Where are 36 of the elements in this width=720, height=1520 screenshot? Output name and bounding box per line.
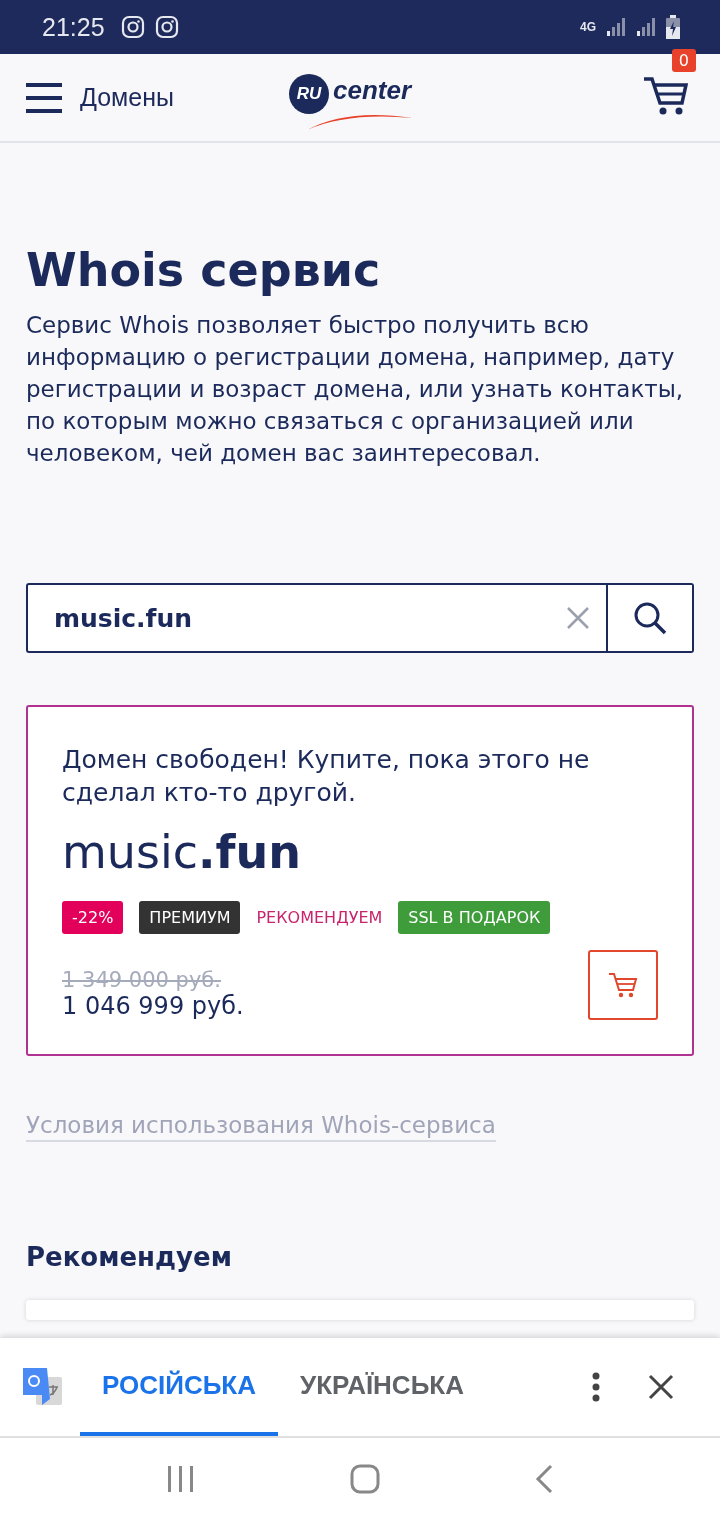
home-icon[interactable]: [350, 1464, 380, 1494]
network-type: 4G: [580, 20, 596, 34]
language-tab[interactable]: УКРАЇНСЬКА: [278, 1338, 486, 1436]
logo-wordmark: center: [333, 75, 412, 106]
tag-label: ПРЕМИУМ: [139, 901, 241, 934]
search-icon: [632, 600, 668, 636]
more-icon: [592, 1372, 600, 1402]
add-to-cart-button[interactable]: [588, 950, 658, 1020]
tag-label: SSL В ПОДАРОК: [398, 901, 551, 934]
menu-button[interactable]: Домены: [26, 82, 174, 113]
back-icon[interactable]: [534, 1464, 553, 1494]
signal-icon: [606, 17, 626, 37]
price: 1 046 999 руб.: [62, 992, 244, 1020]
tag-label: -22%: [62, 901, 124, 934]
search-button[interactable]: [606, 585, 692, 651]
old-price: 1 349 000 руб.: [62, 968, 222, 992]
availability-message: Домен свободен! Купите, пока этого не сделал кто-то другой.: [62, 744, 591, 809]
search-field[interactable]: music.fun: [26, 583, 694, 653]
recent-apps-icon[interactable]: [167, 1465, 196, 1493]
close-icon: [566, 606, 590, 630]
menu-icon: [26, 82, 62, 113]
tag-text: РЕКОМЕНДУЕМ: [256, 907, 383, 929]
cart-icon: [608, 971, 638, 999]
search-input[interactable]: music.fun: [28, 585, 550, 651]
signal-icon: [636, 17, 656, 37]
domain-name: music.fun: [62, 825, 302, 879]
status-time: 21:25: [42, 12, 105, 42]
translate-icon: [22, 1367, 62, 1407]
battery-icon: [666, 15, 680, 39]
page-description: Сервис Whois позволяет быстро получить всю информацию о регистрации домена, например, дату регистрации и возраст домена, или узнать контакты, по которым можно связаться с организацией или человеком, чей домен вас заинтересовал.: [26, 311, 685, 468]
camera-icon: [120, 15, 145, 39]
section-heading: Рекомендуем: [26, 1242, 233, 1272]
page-title: Whois сервис: [26, 243, 382, 297]
logo-badge: RU: [289, 73, 329, 114]
camera-icon: [154, 15, 179, 39]
close-icon: [648, 1374, 674, 1400]
